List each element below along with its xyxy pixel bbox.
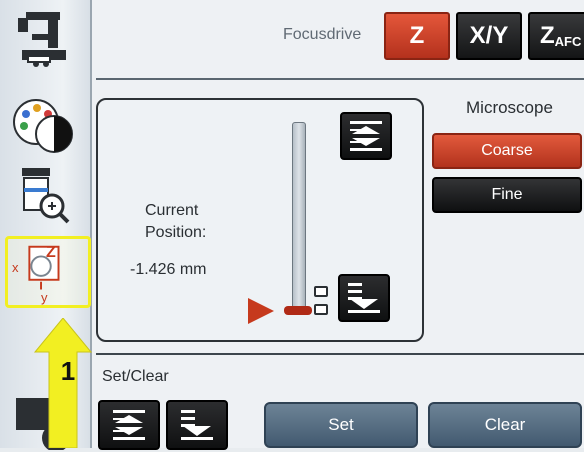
- tab-z[interactable]: Z: [384, 12, 450, 60]
- axis-z-label: Z: [46, 244, 56, 261]
- top-limit-icon: [113, 410, 145, 440]
- current-label-line2: Position:: [145, 224, 207, 241]
- goto-top-button[interactable]: [340, 112, 392, 160]
- clear-button[interactable]: Clear: [428, 402, 582, 448]
- bottom-limit-icon: [348, 283, 380, 313]
- axis-x-label: x: [12, 260, 19, 275]
- limit-upper-marker-icon: [314, 286, 328, 297]
- tab-afc-label: Z: [540, 22, 555, 49]
- section-label: Focusdrive: [283, 26, 362, 43]
- focus-slider-track[interactable]: [292, 122, 306, 314]
- tab-xy-label: X/Y: [469, 22, 509, 49]
- palette-contrast-icon[interactable]: [8, 94, 76, 158]
- annotation-number: 1: [60, 356, 76, 386]
- set-button[interactable]: Set: [264, 402, 418, 448]
- top-limit-icon: [350, 121, 382, 151]
- bottom-limit-icon: [181, 410, 213, 440]
- magnifier-objective-icon[interactable]: [8, 162, 76, 226]
- current-position-label: Current Position:: [145, 200, 206, 244]
- setclear-label: Set/Clear: [102, 368, 169, 385]
- header-divider: [96, 78, 584, 80]
- limit-lower-marker-icon: [314, 304, 328, 315]
- tab-z-label: Z: [409, 22, 425, 49]
- tab-xy[interactable]: X/Y: [456, 12, 522, 60]
- microscope-label: Microscope: [466, 98, 553, 117]
- position-pointer-icon: [248, 298, 274, 324]
- microscope-icon[interactable]: [8, 6, 76, 70]
- tab-z-afc[interactable]: Z AFC: [528, 12, 584, 60]
- fine-button[interactable]: Fine: [432, 177, 582, 213]
- axis-y-label: y: [41, 290, 48, 305]
- set-top-limit-button[interactable]: [98, 400, 160, 450]
- focus-slider-thumb[interactable]: [284, 306, 312, 315]
- set-bottom-limit-button[interactable]: [166, 400, 228, 450]
- goto-bottom-button[interactable]: [338, 274, 390, 322]
- current-label-line1: Current: [145, 202, 199, 219]
- current-position-value: -1.426 mm: [130, 261, 207, 278]
- setclear-divider: [96, 353, 584, 355]
- coarse-button[interactable]: Coarse: [432, 133, 582, 169]
- tab-afc-sub: AFC: [554, 33, 582, 49]
